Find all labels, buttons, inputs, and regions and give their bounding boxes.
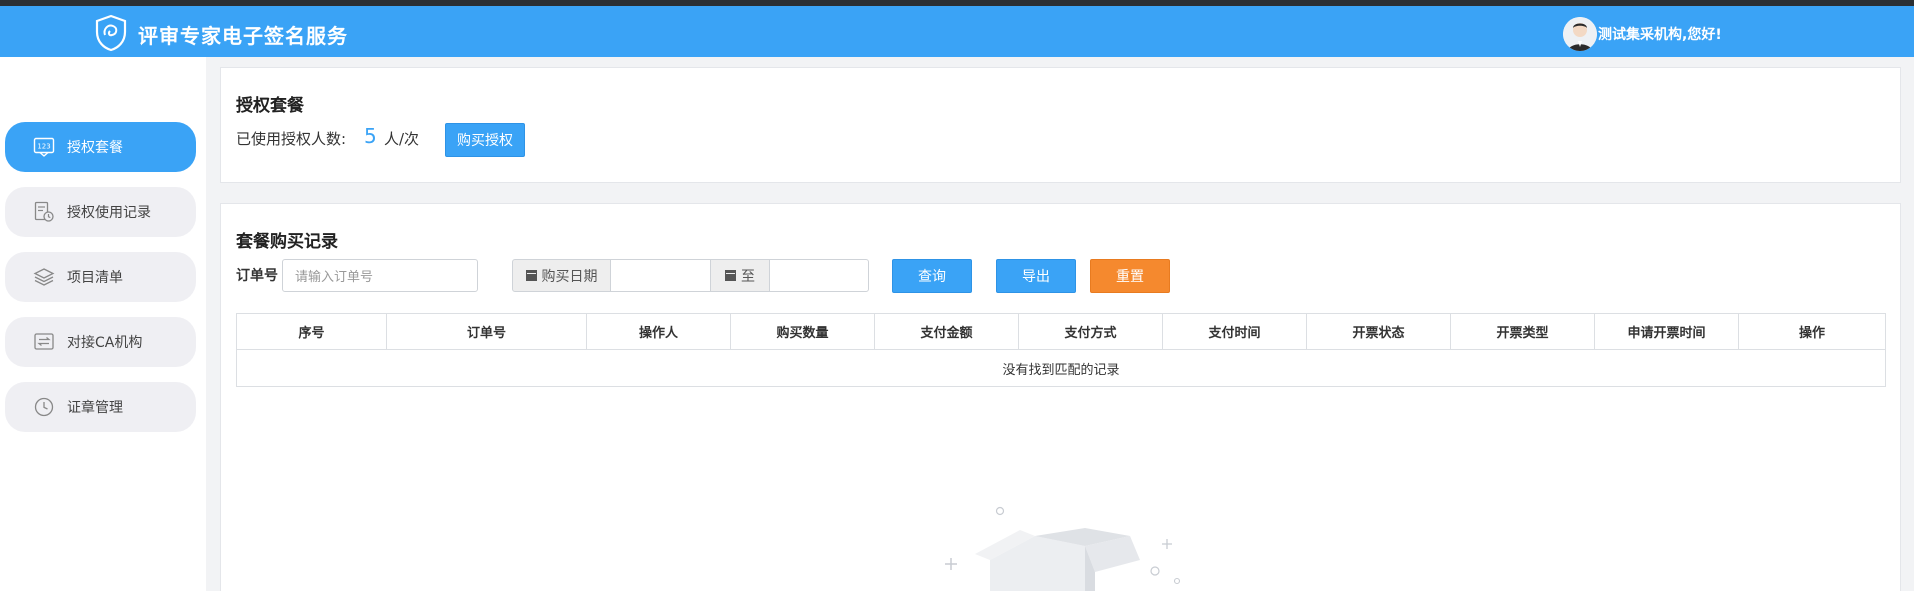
col-header-pay-time[interactable]: 支付时间 xyxy=(1162,313,1307,350)
col-header-index[interactable]: 序号 xyxy=(236,313,387,350)
sidebar-item-label: 项目清单 xyxy=(67,270,123,286)
sidebar-item-auth-package[interactable]: 123 授权套餐 xyxy=(5,122,196,172)
calendar-icon xyxy=(725,270,736,281)
buy-auth-button[interactable]: 购买授权 xyxy=(445,123,525,157)
shield-logo-icon xyxy=(95,14,127,52)
table-empty-row: 没有找到匹配的记录 xyxy=(236,349,1886,387)
sidebar-item-label: 对接CA机构 xyxy=(67,335,143,351)
col-header-pay-method[interactable]: 支付方式 xyxy=(1018,313,1163,350)
reset-button[interactable]: 重置 xyxy=(1090,259,1170,293)
user-avatar-icon xyxy=(1563,17,1597,51)
used-count-value: 5 xyxy=(364,124,377,148)
order-number-input[interactable]: 请输入订单号 xyxy=(282,259,478,292)
sidebar-item-label: 授权使用记录 xyxy=(67,205,151,221)
used-count-label: 已使用授权人数: xyxy=(236,130,347,148)
purchase-records-table: 序号 订单号 操作人 购买数量 支付金额 支付方式 支付时间 开票状态 开票类型… xyxy=(236,313,1886,387)
empty-message: 没有找到匹配的记录 xyxy=(236,349,1886,387)
col-header-order-no[interactable]: 订单号 xyxy=(386,313,587,350)
welcome-text: 测试集采机构,您好! xyxy=(1598,27,1722,43)
sidebar-item-label: 授权套餐 xyxy=(67,140,123,156)
empty-box-illustration xyxy=(945,506,1181,591)
badge-123-icon: 123 xyxy=(31,134,57,160)
records-panel-title: 套餐购买记录 xyxy=(236,232,338,252)
date-to-label: 至 xyxy=(741,268,755,285)
app-title: 评审专家电子签名服务 xyxy=(138,24,348,48)
purchase-date-label: 购买日期 xyxy=(541,268,598,285)
sidebar: 123 授权套餐 授权使用记录 项目清单 对接CA机构 证章管理 xyxy=(0,57,206,591)
sidebar-item-seal-management[interactable]: 证章管理 xyxy=(5,382,196,432)
auth-panel-title: 授权套餐 xyxy=(236,96,304,116)
transfer-icon xyxy=(31,329,57,355)
sidebar-item-usage-records[interactable]: 授权使用记录 xyxy=(5,187,196,237)
sidebar-item-project-list[interactable]: 项目清单 xyxy=(5,252,196,302)
document-clock-icon xyxy=(31,199,57,225)
purchase-date-addon: 购买日期 xyxy=(512,259,611,292)
used-count-unit: 人/次 xyxy=(384,130,420,148)
col-header-invoice-type[interactable]: 开票类型 xyxy=(1450,313,1595,350)
svg-text:123: 123 xyxy=(37,143,50,151)
sidebar-item-ca-connect[interactable]: 对接CA机构 xyxy=(5,317,196,367)
col-header-quantity[interactable]: 购买数量 xyxy=(730,313,875,350)
order-number-label: 订单号 xyxy=(236,268,278,284)
avatar[interactable] xyxy=(1563,17,1597,51)
clock-icon xyxy=(31,394,57,420)
app-header: 评审专家电子签名服务 测试集采机构,您好! xyxy=(0,6,1914,57)
date-to-input[interactable] xyxy=(769,259,869,292)
date-to-addon: 至 xyxy=(710,259,770,292)
col-header-invoice-apply-time[interactable]: 申请开票时间 xyxy=(1594,313,1739,350)
layers-icon xyxy=(31,264,57,290)
date-from-input[interactable] xyxy=(610,259,711,292)
col-header-actions[interactable]: 操作 xyxy=(1738,313,1886,350)
query-button[interactable]: 查询 xyxy=(892,259,972,293)
table-header-row: 序号 订单号 操作人 购买数量 支付金额 支付方式 支付时间 开票状态 开票类型… xyxy=(236,313,1886,350)
col-header-invoice-status[interactable]: 开票状态 xyxy=(1306,313,1451,350)
user-info[interactable]: 测试集采机构,您好! xyxy=(1563,17,1722,51)
col-header-amount[interactable]: 支付金额 xyxy=(874,313,1019,350)
calendar-icon xyxy=(525,270,537,281)
sidebar-item-label: 证章管理 xyxy=(67,400,123,416)
col-header-operator[interactable]: 操作人 xyxy=(586,313,731,350)
export-button[interactable]: 导出 xyxy=(996,259,1076,293)
